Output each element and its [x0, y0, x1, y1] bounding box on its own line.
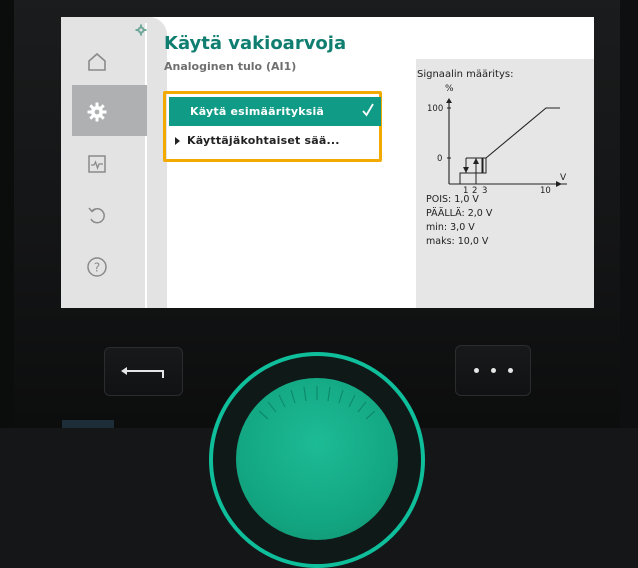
signal-graph: % 100 0 V 1 2 3 10	[427, 84, 567, 193]
more-button[interactable]	[455, 345, 531, 396]
svg-text:?: ?	[94, 261, 100, 275]
dot	[508, 368, 513, 373]
gear-icon	[87, 102, 107, 122]
back-button[interactable]	[104, 347, 183, 396]
dot	[474, 368, 479, 373]
sidebar-item-home[interactable]	[74, 39, 120, 85]
x-unit-label: V	[560, 173, 567, 183]
off-arrow	[463, 167, 469, 173]
menu-item-label: Käyttäjäkohtaiset sää...	[187, 134, 340, 147]
gear-icon	[135, 24, 147, 36]
help-icon: ?	[87, 257, 107, 277]
dial-grip-icon	[258, 386, 376, 420]
x-tick-label: 1	[463, 186, 468, 193]
page-title: Käytä vakioarvoja	[164, 33, 347, 54]
sidebar-divider	[145, 23, 147, 308]
menu-item-user-settings[interactable]: Käyttäjäkohtaiset sää...	[169, 129, 381, 157]
pulse-icon	[88, 155, 106, 173]
sidebar-item-help[interactable]: ?	[74, 244, 120, 290]
sidebar-item-diagnostics[interactable]	[74, 141, 120, 187]
sidebar-item-restore[interactable]	[74, 192, 120, 238]
y-axis-arrow	[446, 98, 452, 103]
x-tick-label: 2	[472, 186, 477, 193]
display-screen: ? Käytä vakioarvoja Analoginen tulo (AI1…	[61, 17, 594, 308]
sidebar-item-settings[interactable]	[74, 89, 120, 135]
pump-control-device: ? Käytä vakioarvoja Analoginen tulo (AI1…	[0, 0, 638, 568]
home-icon	[88, 52, 106, 71]
dot	[491, 368, 496, 373]
page-subtitle: Analoginen tulo (AI1)	[164, 60, 297, 73]
param-off: POIS: 1,0 V	[426, 194, 479, 205]
signal-panel-title: Signaalin määritys:	[417, 69, 514, 80]
param-max: maks: 10,0 V	[426, 236, 489, 247]
device-label-strip	[62, 420, 114, 428]
menu-item-use-presets[interactable]: Käytä esimäärityksiä	[169, 97, 381, 126]
x-tick-label: 3	[482, 186, 487, 193]
device-edge-right	[620, 0, 638, 428]
signal-curve	[466, 107, 560, 159]
checkmark-icon	[362, 103, 374, 117]
x-tick-label: 10	[540, 186, 551, 193]
menu-item-label: Käytä esimäärityksiä	[190, 105, 325, 118]
y-tick-label: 0	[437, 154, 442, 164]
submenu-arrow-icon	[175, 137, 180, 145]
param-on: PÄÄLLÄ: 2,0 V	[426, 208, 493, 219]
undo-icon	[88, 207, 105, 224]
param-min: min: 3,0 V	[426, 222, 475, 233]
y-tick-label: 100	[427, 104, 443, 114]
back-arrow-icon	[121, 367, 164, 378]
y-unit-label: %	[445, 84, 454, 94]
device-edge-left	[0, 0, 14, 428]
hysteresis-box	[459, 157, 487, 184]
